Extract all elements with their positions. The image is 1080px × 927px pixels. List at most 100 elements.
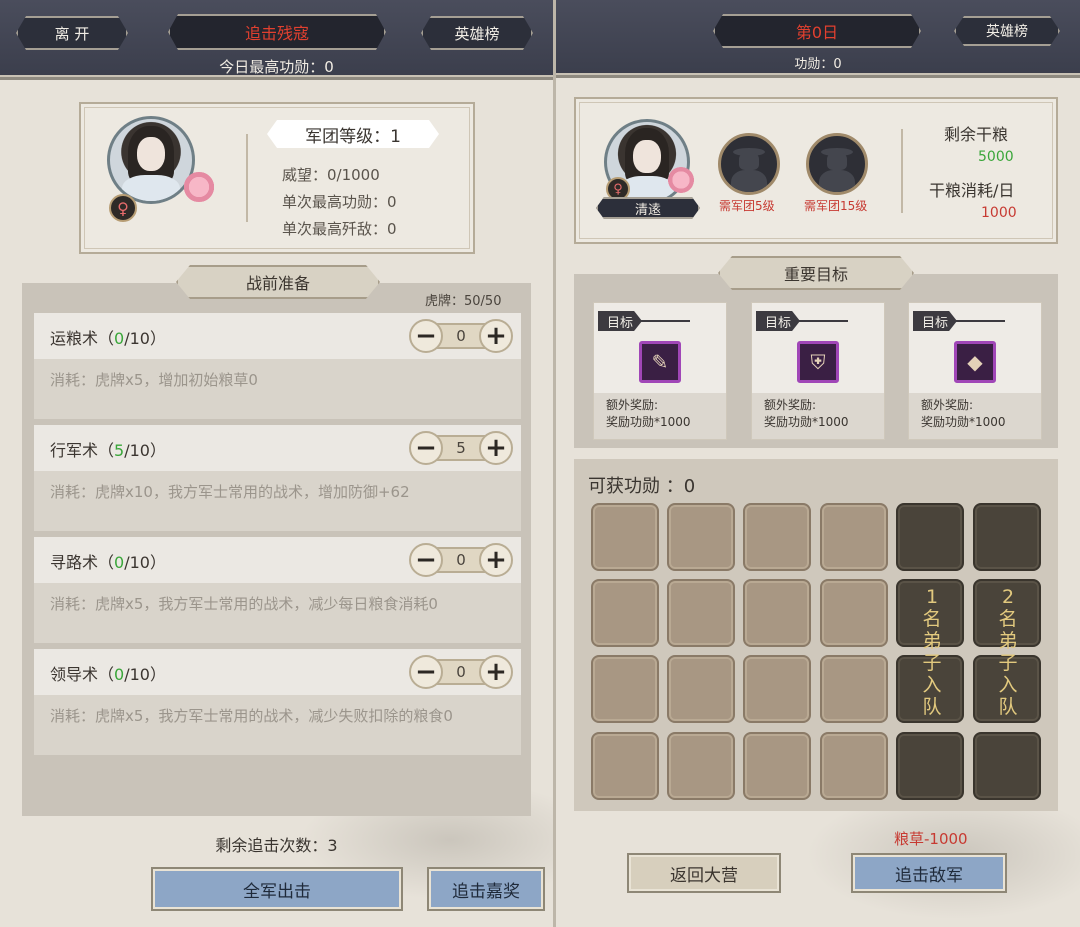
disciple-slot[interactable] (973, 732, 1041, 800)
merit-slot[interactable] (591, 503, 659, 571)
expedition-panel: 第0日 英雄榜 功勋：0 ♀ 清逺 需军团5级 需军团15级 剩余干粮 5000… (556, 0, 1080, 927)
return-camp-button[interactable]: 返回大营 (627, 853, 781, 893)
prep-title: 战前准备 (176, 265, 380, 299)
merit-slot[interactable] (820, 579, 888, 647)
merit-slot[interactable] (667, 579, 735, 647)
reward-value: 奖励功勋*1000 (606, 415, 691, 429)
merit-slot[interactable] (667, 732, 735, 800)
heroes-ranking-button[interactable]: 英雄榜 (954, 16, 1060, 46)
skill-stepper: 5 − + (405, 431, 517, 465)
merit-slot[interactable] (743, 655, 811, 723)
goal-tag: 目标 (756, 311, 800, 331)
skill-value: 0 (456, 551, 466, 569)
food-use-value: 1000 (981, 205, 1017, 221)
chase-panel: 离 开 追击残寇 英雄榜 今日最高功勋：0 ♀ 军团等级：1 威望：0/1000… (0, 0, 553, 927)
skill-value: 0 (456, 663, 466, 681)
food-left-label: 剩余干粮 (944, 125, 1009, 144)
today-best-merit: 今日最高功勋：0 (219, 58, 334, 76)
merit-slot[interactable] (743, 503, 811, 571)
skill-value: 0 (456, 327, 466, 345)
lotus-decoration (664, 167, 698, 193)
merit-slot[interactable] (820, 655, 888, 723)
card-divider (246, 134, 248, 222)
disciple-slot[interactable] (973, 503, 1041, 571)
single-best-merit: 单次最高功勋：0 (282, 193, 397, 211)
prestige: 威望：0/1000 (282, 166, 380, 184)
plus-button[interactable]: + (479, 431, 513, 465)
page-title: 追击残寇 (168, 14, 386, 50)
minus-button[interactable]: − (409, 655, 443, 689)
goal-card[interactable]: 目标 ⛨ 额外奖励: 奖励功勋*1000 (751, 302, 885, 440)
chase-reward-button[interactable]: 追击嘉奖 (427, 867, 545, 911)
skill-value: 5 (456, 439, 466, 457)
lock-requirement-15: 需军团15级 (804, 199, 868, 213)
reward-value: 奖励功勋*1000 (764, 415, 849, 429)
merit-slot[interactable] (591, 732, 659, 800)
skill-name: 寻路术（0/10） (50, 553, 166, 572)
single-best-kills: 单次最高歼敌：0 (282, 220, 397, 238)
leave-button[interactable]: 离 开 (16, 16, 128, 50)
goal-card[interactable]: 目标 ◆ 额外奖励: 奖励功勋*1000 (908, 302, 1042, 440)
skill-description: 消耗：虎牌x10，我方军士常用的战术，增加防御+62 (50, 483, 410, 501)
minus-button[interactable]: − (409, 431, 443, 465)
merit-slot[interactable] (591, 579, 659, 647)
grain-cost: 粮草-1000 (894, 830, 968, 848)
minus-button[interactable]: − (409, 543, 443, 577)
day-title: 第0日 (713, 14, 921, 48)
tiger-tokens: 虎牌：50/50 (425, 294, 502, 309)
scroll-icon: ✎ (639, 341, 681, 383)
merit-slot[interactable] (743, 732, 811, 800)
ingot-icon: ◆ (954, 341, 996, 383)
skill-card-pathfinding: 寻路术（0/10） 0 − + 消耗：虎牌x5，我方军士常用的战术，减少每日粮食… (34, 537, 521, 643)
skill-name: 行军术（5/10） (50, 441, 166, 460)
skill-description: 消耗：虎牌x5，我方军士常用的战术，减少失败扣除的粮食0 (50, 707, 453, 725)
legion-level: 军团等级：1 (267, 120, 439, 148)
skill-name: 运粮术（0/10） (50, 329, 166, 348)
skill-card-grain: 运粮术（0/10） 0 − + 消耗：虎牌x5，增加初始粮草0 (34, 313, 521, 419)
armor-icon: ⛨ (797, 341, 839, 383)
merit-slot[interactable] (667, 655, 735, 723)
locked-slot-icon[interactable] (718, 133, 780, 195)
minus-button[interactable]: − (409, 319, 443, 353)
skill-description: 消耗：虎牌x5，增加初始粮草0 (50, 371, 258, 389)
merit-slot[interactable] (591, 655, 659, 723)
remaining-chases: 剩余追击次数：3 (215, 836, 338, 855)
skill-stepper: 0 − + (405, 319, 517, 353)
skill-stepper: 0 − + (405, 543, 517, 577)
reward-value: 奖励功勋*1000 (921, 415, 1006, 429)
hero-name: 清逺 (596, 197, 700, 219)
heroes-ranking-button[interactable]: 英雄榜 (421, 16, 533, 50)
merit-slot[interactable] (743, 579, 811, 647)
plus-button[interactable]: + (479, 319, 513, 353)
disciple-slot[interactable] (896, 503, 964, 571)
skill-description: 消耗：虎牌x5，我方军士常用的战术，减少每日粮食消耗0 (50, 595, 438, 613)
food-left-value: 5000 (978, 149, 1014, 165)
skill-card-leadership: 领导术（0/10） 0 − + 消耗：虎牌x5，我方军士常用的战术，减少失败扣除… (34, 649, 521, 755)
all-out-attack-button[interactable]: 全军出击 (151, 867, 403, 911)
goal-tag: 目标 (598, 311, 642, 331)
reward-label: 额外奖励: (606, 398, 659, 412)
goal-card[interactable]: 目标 ✎ 额外奖励: 奖励功勋*1000 (593, 302, 727, 440)
plus-button[interactable]: + (479, 543, 513, 577)
reward-label: 额外奖励: (764, 398, 817, 412)
obtainable-merit: 可获功勋 ：0 (588, 476, 696, 497)
team-card: ♀ 清逺 需军团5级 需军团15级 剩余干粮 5000 干粮消耗/日 1000 (574, 97, 1058, 244)
disciple-slot-2-text: 2名弟子入队 (998, 586, 1018, 718)
goal-tag: 目标 (913, 311, 957, 331)
plus-button[interactable]: + (479, 655, 513, 689)
goals-title: 重要目标 (718, 256, 914, 290)
merit-slot[interactable] (667, 503, 735, 571)
disciple-slot[interactable] (896, 732, 964, 800)
locked-slot-icon[interactable] (806, 133, 868, 195)
disciple-slot-1-text: 1名弟子入队 (922, 586, 942, 718)
female-icon: ♀ (109, 194, 137, 222)
merit-slot[interactable] (820, 732, 888, 800)
legion-info-card: ♀ 军团等级：1 威望：0/1000 单次最高功勋：0 单次最高歼敌：0 (79, 102, 475, 254)
skill-stepper: 0 − + (405, 655, 517, 689)
food-use-label: 干粮消耗/日 (929, 181, 1015, 200)
card-divider (901, 129, 903, 213)
chase-enemy-button[interactable]: 追击敌军 (851, 853, 1007, 893)
merit-counter: 功勋：0 (794, 57, 842, 72)
reward-label: 额外奖励: (921, 398, 974, 412)
merit-slot[interactable] (820, 503, 888, 571)
